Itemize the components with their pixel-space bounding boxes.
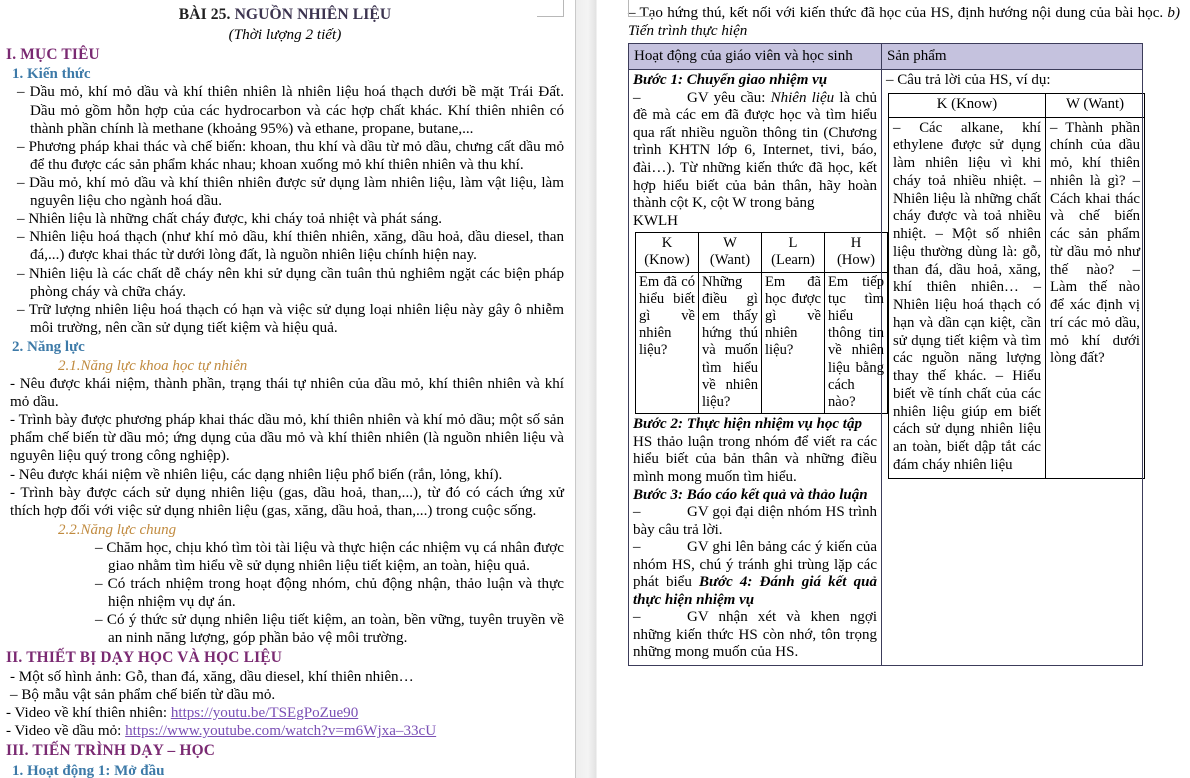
- list-item: - Một số hình ảnh: Gỗ, than đá, xăng, dầ…: [10, 668, 414, 685]
- kw-header-know: K (Know): [888, 92, 1046, 118]
- list-item: - Nêu được khái niệm, thành phần, trạng …: [10, 375, 564, 411]
- step-1-title: Bước 1: Chuyển giao nhiệm vụ: [633, 72, 828, 89]
- kwlh-table: K (Know) W (Want) L (Learn) H (How) Em đ…: [635, 232, 888, 415]
- page-gutter: [574, 0, 616, 778]
- step-1-text-b: là chủ đề mà các em đã được học và tìm h…: [633, 89, 877, 212]
- table-header-product: Sản phẩm: [881, 43, 1143, 71]
- cell-product: – Câu trả lời của HS, ví dụ: K (Know) W …: [881, 69, 1145, 666]
- kwlh-header-row: K (Know) W (Want) L (Learn) H (How): [635, 232, 888, 273]
- page-left-content: BÀI 25. NGUỒN NHIÊN LIỆU (Thời lượng 2 t…: [0, 0, 574, 778]
- product-intro: – Câu trả lời của HS, ví dụ:: [886, 72, 1051, 89]
- page-right-content: – Tạo hứng thú, kết nối với kiến thức đã…: [616, 0, 1190, 666]
- kwlh-letter: L: [788, 235, 798, 252]
- cell-teacher-activity: Bước 1: Chuyển giao nhiệm vụ – GV yêu cầu…: [628, 69, 888, 666]
- step-3-bullet-2: – GV ghi lên bảng các ý kiến của nhóm HS,…: [633, 539, 877, 609]
- list-item: – Trữ lượng nhiên liệu hoá thạch có hạn …: [17, 301, 564, 336]
- bullet-dash: –: [633, 539, 641, 556]
- heading-nang-luc: 2. Năng lực: [12, 338, 85, 355]
- kwlh-letter: K: [661, 235, 673, 252]
- list-item: – Chăm học, chịu khó tìm tòi tài liệu và…: [95, 539, 564, 574]
- page-title: BÀI 25. NGUỒN NHIÊN LIỆU: [6, 6, 564, 25]
- kwlh-word: (Know): [644, 252, 690, 269]
- step-1-kwlh-label: KWLH: [633, 212, 678, 229]
- kw-cell-know: – Các alkane, khí ethylene được sử dụng …: [888, 116, 1046, 479]
- activity-table: Hoạt động của giáo viên và học sinh Sản …: [628, 43, 1145, 666]
- list-item: – Nhiên liệu hoá thạch (như khí mỏ dầu, …: [17, 229, 564, 264]
- table-header-activity: Hoạt động của giáo viên và học sinh: [628, 43, 882, 71]
- bullet-dash: –: [633, 609, 641, 626]
- kwlh-header-l: L (Learn): [761, 232, 825, 273]
- page-corner-mark: [628, 0, 655, 17]
- list-item: – Dầu mỏ, khí mỏ dầu và khí thiên nhiên …: [17, 174, 564, 210]
- intro-paragraph: – Tạo hứng thú, kết nối với kiến thức đã…: [628, 4, 1180, 40]
- list-item: – Dầu mỏ, khí mỏ dầu và khí thiên nhiên …: [17, 84, 564, 137]
- heading-nang-luc-chung: 2.2.Năng lực chung: [58, 521, 177, 538]
- heading-hoat-dong-1: 1. Hoạt động 1: Mở đầu: [12, 762, 165, 778]
- kwlh-header-k: K (Know): [635, 232, 699, 273]
- step-3-title: Bước 3: Báo cáo kết quả và thảo luận: [633, 486, 868, 503]
- video-line: - Video về dầu mỏ: https://www.youtube.c…: [6, 722, 564, 740]
- kwlh-cell-w: Những điều gì em thấy hứng thú và muốn t…: [698, 271, 762, 415]
- kwlh-header-w: W (Want): [698, 232, 762, 273]
- list-item: – Nhiên liệu là những chất cháy được, kh…: [17, 211, 443, 228]
- step-1-text-a: GV yêu cầu:: [687, 89, 771, 106]
- list-item: – Phương pháp khai thác và chế biến: kho…: [17, 138, 564, 173]
- kwlh-letter: W: [723, 235, 737, 252]
- step-2-body: HS thảo luận trong nhóm để viết ra các h…: [633, 433, 877, 485]
- video-label: - Video về dầu mỏ:: [6, 723, 126, 740]
- list-item: – Có trách nhiệm trong hoạt động nhóm, c…: [95, 576, 564, 611]
- kw-header-want: W (Want): [1045, 92, 1145, 118]
- video-link-khi-thien-nhien[interactable]: https://youtu.be/TSEgPoZue90: [171, 705, 358, 721]
- kwlh-cell-l: Em đã học được gì về nhiên liệu?: [761, 271, 825, 415]
- step-1-body: – GV yêu cầu: Nhiên liệu là chủ đề mà các…: [633, 90, 877, 213]
- kwlh-word: (Learn): [771, 252, 815, 269]
- kw-table: K (Know) W (Want) – Các alkane, khí ethy…: [888, 92, 1145, 479]
- video-label: - Video về khí thiên nhiên:: [6, 705, 171, 722]
- kw-cell-want: – Thành phần chính của dầu mỏ, khí thiên…: [1045, 116, 1145, 479]
- kwlh-word: (Want): [709, 252, 751, 269]
- video-line: - Video về khí thiên nhiên: https://yout…: [6, 704, 564, 722]
- step-1-term: Nhiên liệu: [770, 89, 835, 106]
- title-number: BÀI 25.: [178, 6, 231, 23]
- page-right: – Tạo hứng thú, kết nối với kiến thức đã…: [616, 0, 1190, 778]
- kwlh-letter: H: [850, 235, 862, 252]
- list-item: - Trình bày được cách sử dụng nhiên liệu…: [10, 484, 564, 519]
- kw-body-row: – Các alkane, khí ethylene được sử dụng …: [888, 116, 1145, 479]
- heading-kien-thuc: 1. Kiến thức: [12, 66, 91, 83]
- heading-section-ii: II. THIẾT BỊ DẠY HỌC VÀ HỌC LIỆU: [6, 649, 283, 667]
- step-2-title: Bước 2: Thực hiện nhiệm vụ học tập: [633, 416, 862, 433]
- video-link-dau-mo[interactable]: https://www.youtube.com/watch?v=m6Wjxa–3…: [125, 723, 436, 739]
- table-header-row: Hoạt động của giáo viên và học sinh Sản …: [628, 43, 1143, 71]
- bullet-dash: –: [633, 89, 641, 106]
- table-row: Bước 1: Chuyển giao nhiệm vụ – GV yêu cầu…: [628, 69, 1145, 666]
- page-subtitle: (Thời lượng 2 tiết): [228, 25, 342, 43]
- kw-header-row: K (Know) W (Want): [888, 92, 1145, 118]
- intro-text: – Tạo hứng thú, kết nối với kiến thức đã…: [628, 5, 1168, 21]
- list-item: - Trình bày được phương pháp khai thác d…: [10, 412, 564, 465]
- heading-section-iii: III. TIẾN TRÌNH DẠY – HỌC: [6, 742, 216, 760]
- title-text: NGUỒN NHIÊN LIỆU: [234, 6, 392, 23]
- list-item: - Nêu được khái niệm về nhiên liệu, các …: [10, 466, 503, 483]
- kwlh-cell-h: Em tiếp tục tìm hiểu thông tin về nhiên …: [824, 271, 888, 415]
- kwlh-cell-k: Em đã có hiểu biết gì về nhiên liệu?: [635, 271, 699, 415]
- bullet-dash: –: [633, 504, 641, 521]
- step-4-bullet: – GV nhận xét và khen ngợi những kiến thứ…: [633, 609, 877, 662]
- step-3-bullet-1: – GV gọi đại diện nhóm HS trình bày câu t…: [633, 504, 877, 539]
- kwlh-body-row: Em đã có hiểu biết gì về nhiên liệu? Nhữ…: [635, 271, 888, 415]
- document-viewport: BÀI 25. NGUỒN NHIÊN LIỆU (Thời lượng 2 t…: [0, 0, 1190, 778]
- page-left: BÀI 25. NGUỒN NHIÊN LIỆU (Thời lượng 2 t…: [0, 0, 574, 778]
- heading-section-i: I. MỤC TIÊU: [6, 45, 100, 63]
- list-item: – Nhiên liệu là các chất dễ cháy nên khi…: [17, 265, 564, 300]
- kwlh-header-h: H (How): [824, 232, 888, 273]
- list-item: – Có ý thức sử dụng nhiên liệu tiết kiệm…: [95, 612, 564, 647]
- list-item: – Bộ mẫu vật sản phẩm chế biến từ dầu mỏ…: [10, 687, 276, 704]
- heading-nang-luc-khtn: 2.1.Năng lực khoa học tự nhiên: [58, 357, 248, 374]
- page-corner-mark: [537, 0, 564, 17]
- kwlh-word: (How): [836, 252, 876, 269]
